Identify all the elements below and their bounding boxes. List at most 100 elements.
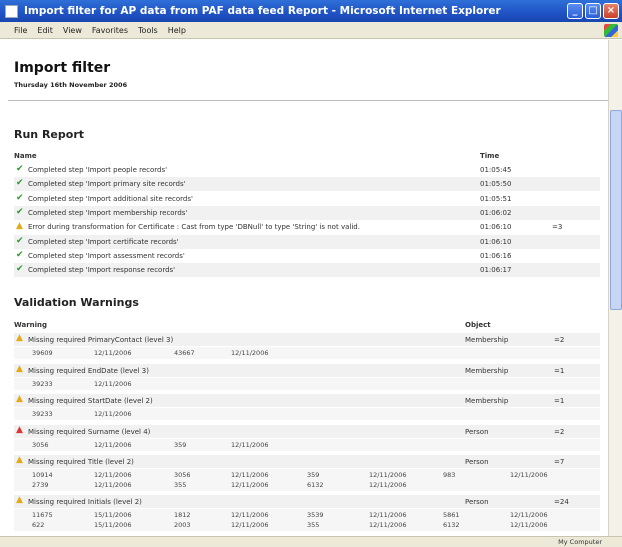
report-content: Import filter Thursday 16th November 200… — [4, 40, 608, 536]
record-date: 12/11/2006 — [369, 520, 407, 529]
warning-text: Missing required Title (level 2) — [28, 458, 134, 466]
maximize-button[interactable]: □ — [585, 3, 601, 19]
record-id[interactable]: 43667 — [174, 349, 195, 357]
record-id[interactable]: 355 — [307, 521, 319, 529]
warning-record-row: 39233 12/11/2006 — [14, 408, 600, 420]
record-id[interactable]: 2739 — [32, 481, 49, 489]
divider — [8, 100, 608, 101]
check-icon: ✔ — [16, 178, 24, 189]
check-icon: ✔ — [16, 164, 24, 174]
warning-object: Membership — [465, 397, 509, 405]
run-report-row: ✔ Completed step 'Import certificate reco… — [14, 234, 600, 249]
warning-count[interactable]: =1 — [554, 367, 564, 375]
run-report-heading: Run Report — [14, 128, 85, 141]
check-icon: ✔ — [16, 264, 24, 275]
step-time: 01:06:02 — [480, 208, 512, 217]
ie-page-icon — [5, 4, 18, 18]
record-date: 12/11/2006 — [231, 520, 269, 529]
record-id[interactable]: 359 — [174, 441, 186, 449]
page-title: Import filter — [14, 60, 111, 76]
validation-warnings-heading: Validation Warnings — [14, 296, 139, 309]
run-report-row: ✔ Completed step 'Import additional site … — [14, 192, 600, 206]
record-id[interactable]: 2003 — [174, 521, 191, 529]
warning-row: ▲ Missing required PrimaryContact (level … — [14, 333, 600, 346]
error-count[interactable]: =3 — [552, 223, 562, 231]
warning-count[interactable]: =24 — [554, 498, 569, 506]
step-time: 01:06:10 — [480, 223, 512, 232]
step-time: 01:05:51 — [480, 194, 512, 203]
warning-icon: ▲ — [16, 333, 23, 343]
record-date: 12/11/2006 — [94, 410, 132, 418]
run-report-row: ✔ Completed step 'Import primary site rec… — [14, 177, 600, 192]
record-date: 12/11/2006 — [231, 349, 269, 357]
run-report-row: ✔ Completed step 'Import people records' 0… — [14, 163, 600, 177]
step-time: 01:06:16 — [480, 251, 512, 260]
record-id[interactable]: 39233 — [32, 410, 53, 418]
close-button[interactable]: × — [603, 3, 619, 19]
window-title: Import filter for AP data from PAF data … — [24, 5, 501, 17]
warning-object: Person — [465, 458, 489, 466]
menu-edit[interactable]: Edit — [37, 26, 53, 35]
record-date: 12/11/2006 — [94, 349, 132, 357]
warning-row: ▲ Missing required EndDate (level 3) Membe… — [14, 363, 600, 377]
warning-text: Missing required EndDate (level 3) — [28, 366, 149, 375]
minimize-button[interactable]: _ — [567, 3, 583, 19]
record-id[interactable]: 622 — [32, 521, 44, 529]
step-time: 01:06:17 — [480, 266, 512, 275]
record-date: 15/11/2006 — [94, 520, 132, 529]
record-date: 12/11/2006 — [94, 440, 132, 449]
warning-count[interactable]: =2 — [554, 336, 564, 344]
warning-record-row: 622 15/11/2006 2003 12/11/2006 355 12/11/2006… — [14, 518, 600, 531]
record-id[interactable]: 39233 — [32, 380, 53, 388]
warning-icon: ▲ — [16, 495, 23, 505]
status-bar: My Computer — [0, 536, 622, 547]
step-time: 01:06:10 — [480, 237, 512, 246]
warning-row: ▲ Missing required Title (level 2) Person =… — [14, 455, 600, 468]
record-id[interactable]: 6132 — [307, 481, 324, 489]
warning-text: Missing required Surname (level 4) — [28, 427, 151, 436]
step-name: Completed step 'Import assessment record… — [28, 251, 185, 260]
warning-object: Membership — [465, 366, 509, 375]
warning-object: Person — [465, 427, 489, 436]
menu-file[interactable]: File — [14, 26, 27, 35]
step-name: Completed step 'Import primary site reco… — [28, 180, 186, 189]
warning-icon: ▲ — [16, 363, 23, 374]
warning-count[interactable]: =7 — [554, 458, 564, 466]
step-name: Completed step 'Import membership record… — [28, 208, 188, 217]
warning-count[interactable]: =2 — [554, 428, 564, 436]
record-date: 12/11/2006 — [369, 480, 407, 489]
run-report-row: ✔ Completed step 'Import assessment recor… — [14, 249, 600, 263]
step-time: 01:05:50 — [480, 180, 512, 189]
windows-logo-icon — [604, 24, 618, 37]
scrollbar-thumb[interactable] — [610, 110, 622, 310]
record-id[interactable]: 39609 — [32, 349, 53, 357]
report-date: Thursday 16th November 2006 — [14, 81, 128, 89]
record-id[interactable]: 355 — [174, 481, 186, 489]
check-icon: ✔ — [16, 249, 24, 260]
vertical-scrollbar[interactable] — [608, 40, 622, 536]
validation-object-header: Object — [465, 321, 491, 329]
step-time: 01:05:45 — [480, 166, 512, 174]
warning-icon: ▲ — [16, 455, 23, 465]
record-id[interactable]: 3056 — [32, 441, 49, 449]
record-date: 12/11/2006 — [231, 480, 269, 489]
step-name: Completed step 'Import additional site r… — [28, 194, 193, 203]
warning-record-row: 2739 12/11/2006 355 12/11/2006 6132 12/11/200… — [14, 478, 600, 491]
run-report-time-header: Time — [480, 152, 500, 160]
warning-record-row: 39609 12/11/2006 43667 12/11/2006 — [14, 347, 600, 359]
menu-favorites[interactable]: Favorites — [92, 26, 128, 35]
warning-count[interactable]: =1 — [554, 397, 564, 405]
warning-object: Membership — [465, 336, 509, 344]
record-date: 12/11/2006 — [510, 520, 548, 529]
menu-view[interactable]: View — [63, 26, 82, 35]
step-name: Completed step 'Import people records' — [28, 166, 168, 174]
warning-row: ▲ Missing required Surname (level 4) Perso… — [14, 424, 600, 438]
menu-tools[interactable]: Tools — [138, 26, 158, 35]
warning-row: ▲ Missing required Initials (level 2) Pers… — [14, 495, 600, 508]
menu-help[interactable]: Help — [168, 26, 186, 35]
step-name: Completed step 'Import response records' — [28, 266, 176, 275]
menu-bar: File Edit View Favorites Tools Help — [0, 22, 622, 39]
warning-icon: ▲ — [16, 394, 23, 404]
security-zone: My Computer — [558, 538, 602, 546]
record-id[interactable]: 6132 — [443, 521, 460, 529]
